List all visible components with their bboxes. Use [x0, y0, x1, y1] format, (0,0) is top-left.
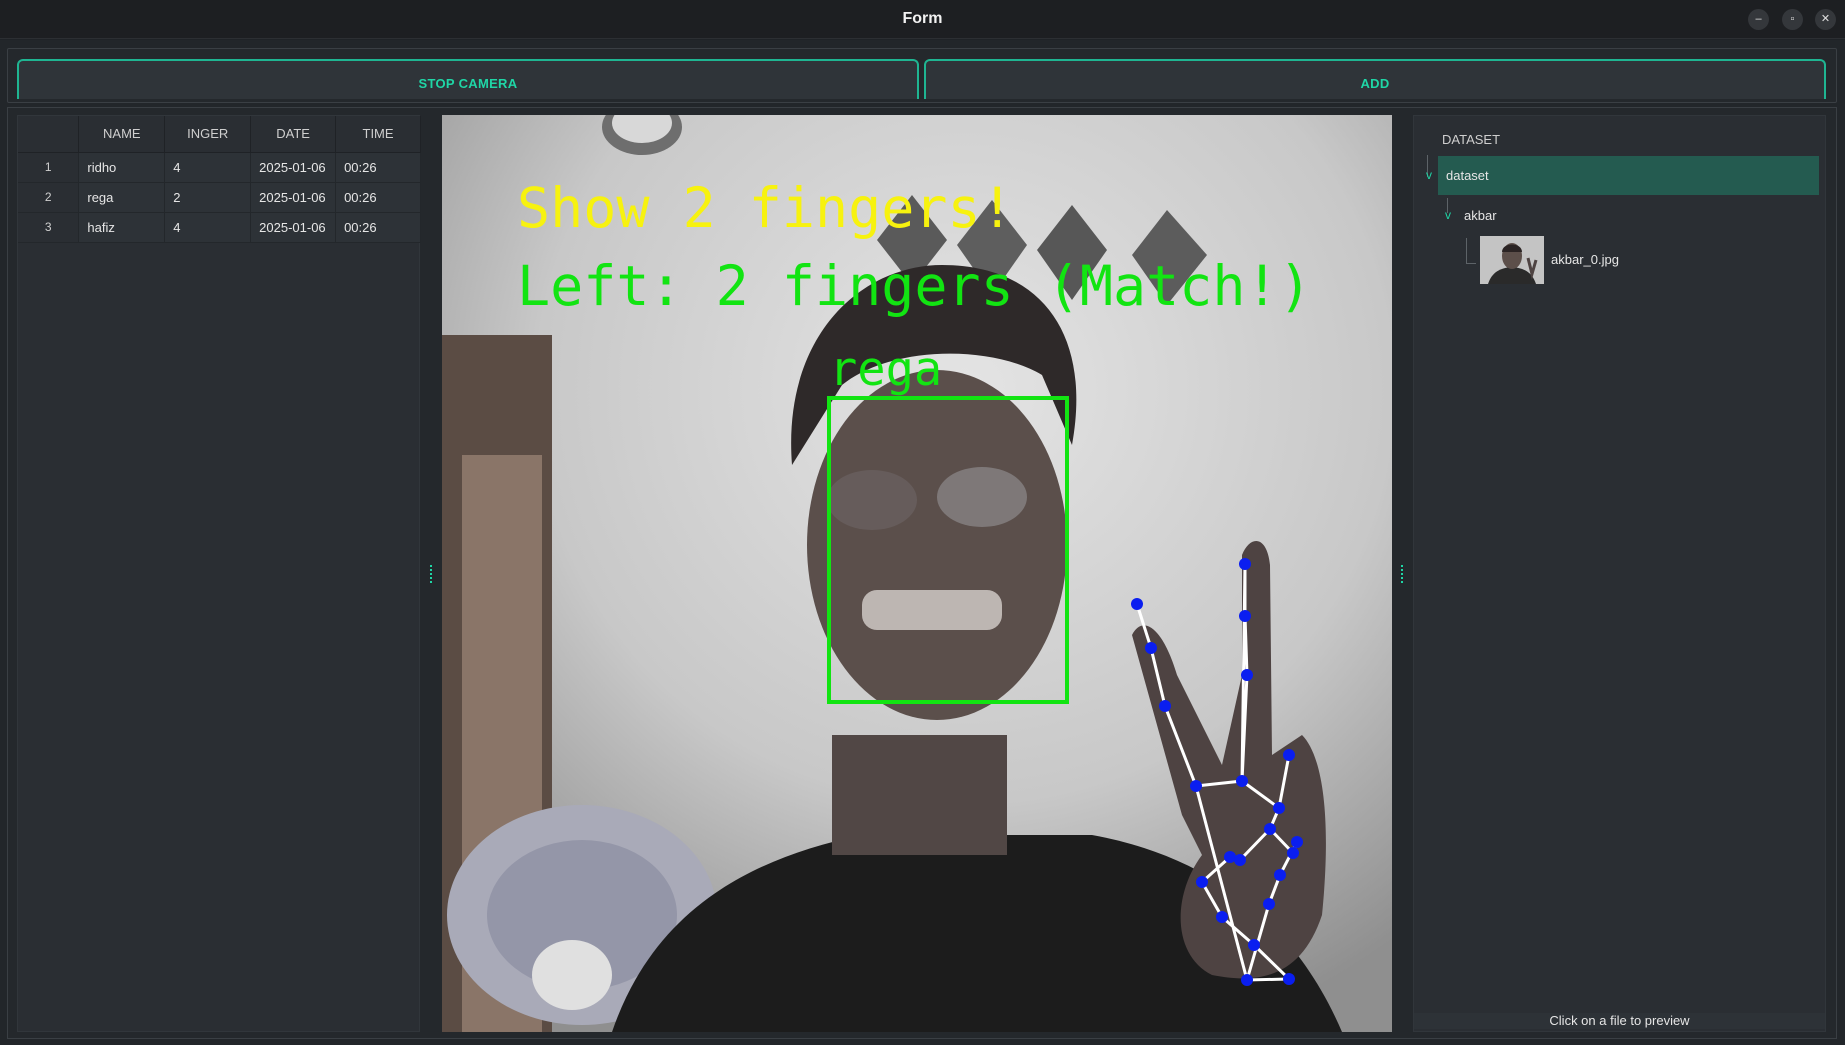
- tree-item-label: akbar_0.jpg: [1551, 252, 1619, 267]
- cell-finger[interactable]: 2: [164, 182, 252, 213]
- close-icon[interactable]: ✕: [1815, 9, 1836, 30]
- row-index[interactable]: 1: [18, 152, 80, 183]
- cell-date[interactable]: 2025-01-06: [250, 212, 337, 243]
- row-index[interactable]: 2: [18, 182, 80, 213]
- toolbar: STOP CAMERA ADD: [7, 48, 1837, 103]
- corner-cell[interactable]: [18, 116, 80, 153]
- cell-name[interactable]: hafiz: [78, 212, 166, 243]
- cell-time[interactable]: 00:26: [335, 152, 421, 183]
- right-splitter-handle[interactable]: [1401, 565, 1405, 583]
- table-row[interactable]: 2 rega 2 2025-01-06 00:26: [18, 182, 421, 213]
- tree-guide-line: [1466, 263, 1476, 264]
- gesture-prompt-text: Show 2 fingers!: [517, 176, 1014, 240]
- cell-date[interactable]: 2025-01-06: [250, 182, 337, 213]
- column-header-name[interactable]: NAME: [78, 116, 166, 153]
- cell-time[interactable]: 00:26: [335, 212, 421, 243]
- form-window: STOP CAMERA ADD NAME INGER DATE TIME 1 r…: [0, 40, 1845, 1045]
- chevron-down-icon[interactable]: v: [1426, 168, 1432, 182]
- table-row[interactable]: 1 ridho 4 2025-01-06 00:26: [18, 152, 421, 183]
- tree-guide-line: [1466, 238, 1467, 264]
- tree-item-akbar[interactable]: v akbar: [1442, 196, 1823, 235]
- tree-item-label: akbar: [1464, 208, 1497, 223]
- tree-item-label: dataset: [1446, 168, 1489, 183]
- cell-name[interactable]: rega: [78, 182, 166, 213]
- cell-finger[interactable]: 4: [164, 212, 252, 243]
- stop-camera-button[interactable]: STOP CAMERA: [17, 59, 919, 99]
- dataset-tree-panel[interactable]: DATASET v dataset v akbar akbar_0.jpg Cl…: [1413, 115, 1826, 1032]
- title-bar: Form – ▫ ✕: [0, 0, 1845, 39]
- minimize-icon[interactable]: –: [1748, 9, 1769, 30]
- tree-item-dataset[interactable]: v dataset: [1426, 156, 1819, 195]
- chevron-down-icon[interactable]: v: [1445, 208, 1451, 222]
- face-label-text: rega: [829, 342, 942, 397]
- column-header-time[interactable]: TIME: [335, 116, 421, 153]
- window-title: Form: [902, 10, 943, 27]
- cell-date[interactable]: 2025-01-06: [250, 152, 337, 183]
- camera-frame-image: Show 2 fingers! Left: 2 fingers (Match!)…: [442, 115, 1392, 1032]
- column-header-finger[interactable]: INGER: [164, 116, 252, 153]
- cell-finger[interactable]: 4: [164, 152, 252, 183]
- restore-icon[interactable]: ▫: [1782, 9, 1803, 30]
- add-button[interactable]: ADD: [924, 59, 1826, 99]
- attendance-table[interactable]: NAME INGER DATE TIME 1 ridho 4 2025-01-0…: [17, 115, 421, 1032]
- gesture-status-text: Left: 2 fingers (Match!): [517, 254, 1312, 318]
- tree-item-file[interactable]: akbar_0.jpg: [1480, 234, 1819, 286]
- main-area: NAME INGER DATE TIME 1 ridho 4 2025-01-0…: [7, 107, 1837, 1039]
- file-thumbnail: [1480, 236, 1544, 284]
- cell-time[interactable]: 00:26: [335, 182, 421, 213]
- preview-hint: Click on a file to preview: [1414, 1013, 1825, 1029]
- cell-name[interactable]: ridho: [78, 152, 166, 183]
- table-row[interactable]: 3 hafiz 4 2025-01-06 00:26: [18, 212, 421, 243]
- dataset-header: DATASET: [1442, 132, 1501, 147]
- column-header-date[interactable]: DATE: [250, 116, 337, 153]
- left-splitter-handle[interactable]: [430, 565, 434, 583]
- row-index[interactable]: 3: [18, 212, 80, 243]
- camera-feed: Show 2 fingers! Left: 2 fingers (Match!)…: [442, 115, 1392, 1032]
